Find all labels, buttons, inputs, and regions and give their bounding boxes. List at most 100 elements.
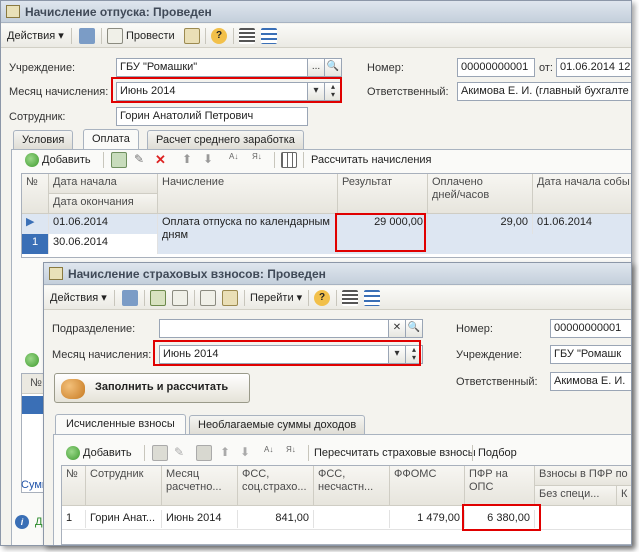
tab-payment[interactable]: Оплата — [83, 129, 139, 150]
print-icon[interactable] — [222, 290, 238, 306]
employee-field[interactable]: Горин Анатолий Петрович — [116, 107, 308, 126]
row-accrual[interactable]: Оплата отпуска по календарным дням — [158, 214, 338, 254]
copy-row-icon[interactable] — [111, 152, 127, 168]
tab-conditions[interactable]: Условия — [13, 130, 74, 150]
help-icon[interactable]: ? — [314, 290, 330, 306]
col-header-date-start[interactable]: Дата начала — [49, 174, 158, 194]
post-button[interactable]: Провести — [126, 28, 175, 44]
row-result[interactable]: 29 000,00 — [338, 214, 428, 234]
row-fss-ns[interactable] — [314, 510, 390, 528]
go-back-icon[interactable] — [79, 28, 95, 44]
month-field[interactable]: Июнь 2014 — [116, 82, 308, 101]
org-open-button[interactable]: 🔍 — [324, 58, 342, 77]
col-header-no-special[interactable]: Без специ... — [535, 486, 617, 506]
add-icon[interactable] — [66, 446, 80, 460]
row-employee[interactable]: Горин Анат... — [86, 510, 162, 528]
calculate-accruals-button[interactable]: Рассчитать начисления — [311, 152, 432, 168]
move-up-icon[interactable]: ⬆ — [220, 445, 236, 461]
col-header-event-start[interactable]: Дата начала собы — [533, 174, 631, 214]
col-header-fss-ns[interactable]: ФСС, несчастн... — [314, 466, 390, 506]
edit-row-icon[interactable]: ✎ — [174, 445, 190, 461]
month-field[interactable]: Июнь 2014 — [159, 345, 389, 364]
move-down-icon[interactable]: ⬇ — [240, 445, 256, 461]
col-header-n[interactable]: № — [22, 174, 49, 214]
table-settings-icon[interactable] — [281, 152, 297, 168]
dept-open-button[interactable]: 🔍 — [405, 319, 423, 338]
dept-clear-button[interactable]: ✕ — [388, 319, 406, 338]
col-header-result[interactable]: Результат — [338, 174, 428, 214]
sort-desc-icon[interactable]: Я↓ — [252, 152, 268, 168]
structure-icon[interactable] — [364, 290, 380, 306]
row-fss[interactable]: 841,00 — [238, 510, 314, 528]
col-header-n[interactable]: № — [62, 466, 86, 506]
row-pfr[interactable]: 6 380,00 — [465, 510, 535, 528]
edit-row-icon[interactable]: ✎ — [134, 152, 150, 168]
org-select-button[interactable]: ... — [307, 58, 325, 77]
delete-row-icon[interactable] — [196, 445, 212, 461]
move-down-icon[interactable]: ⬇ — [203, 152, 219, 168]
responsible-field[interactable]: Акимова Е. И. — [550, 372, 631, 391]
add-button[interactable]: Добавить — [42, 152, 91, 168]
col-header-pfr-extra[interactable]: Взносы в ПФР по — [535, 466, 631, 486]
row-separator — [62, 529, 631, 530]
add-icon[interactable] — [25, 153, 39, 167]
delete-row-icon[interactable]: ✕ — [155, 152, 171, 168]
copy-row-icon[interactable] — [152, 445, 168, 461]
month-stepper[interactable]: ▴ ▾ — [324, 82, 342, 101]
number-field[interactable]: 00000000001 — [457, 58, 535, 77]
list-view-icon[interactable] — [239, 28, 255, 44]
col-header-k[interactable]: К — [617, 486, 631, 506]
select-button[interactable]: Подбор — [478, 445, 517, 461]
add-icon-lower[interactable] — [25, 353, 39, 367]
tab-average-earnings[interactable]: Расчет среднего заработка — [147, 130, 304, 150]
tab-calculated-contributions[interactable]: Исчисленные взносы — [55, 414, 186, 435]
month-stepper[interactable]: ▴ ▾ — [405, 345, 423, 364]
add-button[interactable]: Добавить — [83, 445, 132, 461]
org-label: Учреждение: — [456, 349, 523, 361]
col-header-employee[interactable]: Сотрудник — [86, 466, 162, 506]
list-view-icon[interactable] — [342, 290, 358, 306]
actions-menu[interactable]: Действия ▾ — [7, 28, 64, 44]
fill-and-calculate-button[interactable]: Заполнить и рассчитать — [54, 373, 250, 403]
structure-icon[interactable] — [261, 28, 277, 44]
view-icon[interactable] — [150, 290, 166, 306]
move-up-icon[interactable]: ⬆ — [182, 152, 198, 168]
tab-non-taxable[interactable]: Необлагаемые суммы доходов — [189, 415, 366, 435]
help-icon[interactable]: ? — [211, 28, 227, 44]
employee-label: Сотрудник: — [9, 111, 66, 123]
post-icon[interactable] — [107, 28, 123, 44]
col-header-pfr[interactable]: ПФР на ОПС — [465, 466, 535, 506]
row-event-start[interactable]: 01.06.2014 — [533, 214, 631, 234]
post-icon[interactable] — [200, 290, 216, 306]
row-date-start[interactable]: 01.06.2014 — [49, 214, 158, 234]
col-header-date-end[interactable]: Дата окончания — [49, 194, 158, 214]
col-header-month[interactable]: Месяц расчетно... — [162, 466, 238, 506]
recalculate-button[interactable]: Пересчитать страховые взносы — [314, 445, 476, 461]
print-icon[interactable] — [184, 28, 200, 44]
col-header-fss[interactable]: ФСС, соц.страхо... — [238, 466, 314, 506]
copy-icon[interactable] — [172, 290, 188, 306]
col-header-ffoms[interactable]: ФФОМС — [390, 466, 465, 506]
row-paid[interactable]: 29,00 — [428, 214, 533, 234]
col-header-paid[interactable]: Оплачено дней/часов — [428, 174, 533, 214]
sort-desc-icon[interactable]: Я↓ — [286, 445, 302, 461]
date-field[interactable]: 01.06.2014 12 — [556, 58, 631, 77]
goto-menu[interactable]: Перейти ▾ — [250, 290, 302, 306]
sort-asc-icon[interactable]: A↓ — [229, 152, 245, 168]
dept-field[interactable] — [159, 319, 389, 338]
number-field[interactable]: 00000000001 — [550, 319, 631, 338]
org-field[interactable]: ГБУ "Ромашки" — [116, 58, 308, 77]
row-date-end[interactable]: 30.06.2014 — [49, 234, 158, 254]
org-field[interactable]: ГБУ "Ромашк — [550, 345, 631, 364]
row-ffoms[interactable]: 1 479,00 — [390, 510, 465, 528]
actions-menu[interactable]: Действия ▾ — [50, 290, 107, 306]
go-back-icon[interactable] — [122, 290, 138, 306]
month-dropdown-button[interactable]: ▾ — [388, 345, 406, 364]
responsible-field[interactable]: Акимова Е. И. (главный бухгалте — [457, 82, 631, 101]
month-dropdown-button[interactable]: ▾ — [307, 82, 325, 101]
row-month[interactable]: Июнь 2014 — [162, 510, 238, 528]
contributions-grid: № Сотрудник Месяц расчетно... ФСС, соц.стр… — [61, 465, 631, 545]
sort-asc-icon[interactable]: A↓ — [264, 445, 280, 461]
org-label: Учреждение: — [9, 62, 76, 74]
col-header-accrual[interactable]: Начисление — [158, 174, 338, 214]
